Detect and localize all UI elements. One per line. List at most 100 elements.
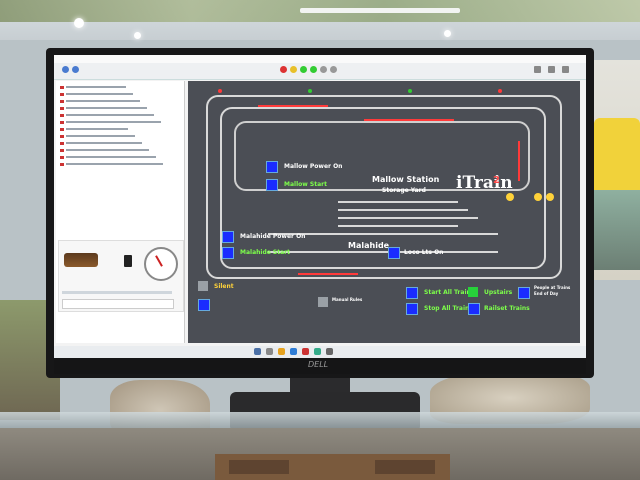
list-item[interactable] [60, 106, 184, 111]
locomotive-list[interactable] [58, 85, 182, 195]
app-icon[interactable] [326, 348, 333, 355]
command-field[interactable] [62, 299, 174, 309]
itrain-logo: iTrain [456, 173, 513, 193]
people-at-trains-label: People at Trains [534, 285, 571, 290]
mallow-power-on-button[interactable] [266, 161, 278, 173]
list-item-text [66, 121, 161, 123]
window-icon[interactable] [534, 66, 541, 73]
start-all-trains-button[interactable] [406, 287, 418, 299]
list-item-text [66, 86, 126, 88]
signal-lights[interactable] [506, 193, 514, 201]
monitor-screen: Mallow Station Storage Yard Malahide iTr… [54, 55, 586, 358]
malahide-label: Malahide [348, 241, 390, 250]
malahide-power-on-label: Malahide Power On [240, 233, 306, 240]
start-all-trains-label: Start All Trains [424, 289, 475, 296]
loco-lights-on-label: Loco Lts On [404, 249, 444, 256]
list-item[interactable] [60, 155, 184, 160]
list-item-text [66, 128, 128, 130]
ceiling-light [300, 8, 460, 13]
end-of-day-label: End of Day [534, 291, 559, 296]
occupied-block [298, 273, 358, 275]
pause-icon[interactable] [290, 66, 297, 73]
spotlight-icon [74, 18, 84, 28]
upstairs-label: Upstairs [484, 289, 513, 296]
locomotive-icon [60, 113, 64, 117]
start-icon[interactable] [254, 348, 261, 355]
list-item[interactable] [60, 85, 184, 90]
dell-logo: DELL [308, 360, 329, 369]
signal-lights[interactable] [498, 89, 502, 93]
go-icon[interactable] [310, 66, 317, 73]
phone-icon[interactable] [124, 255, 132, 267]
list-item-text [66, 142, 142, 144]
malahide-power-on-button[interactable] [222, 231, 234, 243]
manual-rules-button[interactable] [318, 297, 328, 307]
list-item-text [66, 156, 156, 158]
malahide-start-button[interactable] [222, 247, 234, 259]
folder-icon[interactable] [278, 348, 285, 355]
locomotive-icon [60, 134, 64, 138]
occupied-block [518, 141, 520, 181]
list-item-text [66, 100, 140, 102]
railset-trains-label: Railset Trains [484, 305, 530, 312]
locomotive-icon [60, 162, 64, 166]
save-icon[interactable] [72, 66, 79, 73]
yard-track [268, 251, 498, 253]
list-item[interactable] [60, 99, 184, 104]
mallow-start-label: Mallow Start [284, 181, 327, 188]
stop-all-trains-button[interactable] [406, 303, 418, 315]
windows-taskbar [54, 346, 586, 358]
storage-yard-label: Storage Yard [382, 187, 426, 194]
app-icon[interactable] [302, 348, 309, 355]
list-item[interactable] [60, 148, 184, 153]
list-item-text [66, 149, 149, 151]
list-item[interactable] [60, 162, 184, 167]
go-icon[interactable] [300, 66, 307, 73]
browser-icon[interactable] [290, 348, 297, 355]
list-item[interactable] [60, 113, 184, 118]
loco-lights-on-button[interactable] [388, 247, 400, 259]
people-at-trains-button[interactable] [518, 287, 530, 299]
list-item-text [66, 135, 135, 137]
signal-lights[interactable] [534, 193, 542, 201]
silent-button[interactable] [198, 281, 208, 291]
stop-icon[interactable] [280, 66, 287, 73]
search-icon[interactable] [266, 348, 273, 355]
locomotive-icon [60, 92, 64, 96]
locomotive-icon [60, 127, 64, 131]
railset-trains-button[interactable] [468, 303, 480, 315]
list-item[interactable] [60, 120, 184, 125]
manual-rules-label: Manual Rules [332, 297, 363, 302]
tool-icon[interactable] [320, 66, 327, 73]
drawer [215, 454, 450, 480]
toolbar [54, 63, 586, 80]
list-item-text [66, 93, 133, 95]
yard-track [338, 201, 458, 203]
speed-slider[interactable] [62, 291, 172, 294]
mallow-start-button[interactable] [266, 179, 278, 191]
locomotive-icon [60, 155, 64, 159]
yellow-display-panel [594, 118, 640, 198]
list-item[interactable] [60, 141, 184, 146]
signal-lights[interactable] [308, 89, 312, 93]
yard-track [338, 217, 478, 219]
tool-icon[interactable] [330, 66, 337, 73]
list-item[interactable] [60, 92, 184, 97]
signal-lights[interactable] [408, 89, 412, 93]
locomotive-icon [60, 99, 64, 103]
list-item[interactable] [60, 127, 184, 132]
list-item[interactable] [60, 134, 184, 139]
locomotive-icon [64, 253, 98, 267]
signal-lights[interactable] [218, 89, 222, 93]
window-icon[interactable] [562, 66, 569, 73]
list-item-text [66, 163, 163, 165]
app-icon[interactable] [314, 348, 321, 355]
window-titlebar [54, 55, 586, 63]
occupied-block [364, 119, 454, 121]
signal-lights[interactable] [546, 193, 554, 201]
locomotive-icon [60, 148, 64, 152]
upstairs-button[interactable] [468, 287, 478, 297]
window-icon[interactable] [548, 66, 555, 73]
silent-blue-button[interactable] [198, 299, 210, 311]
folder-icon[interactable] [62, 66, 69, 73]
